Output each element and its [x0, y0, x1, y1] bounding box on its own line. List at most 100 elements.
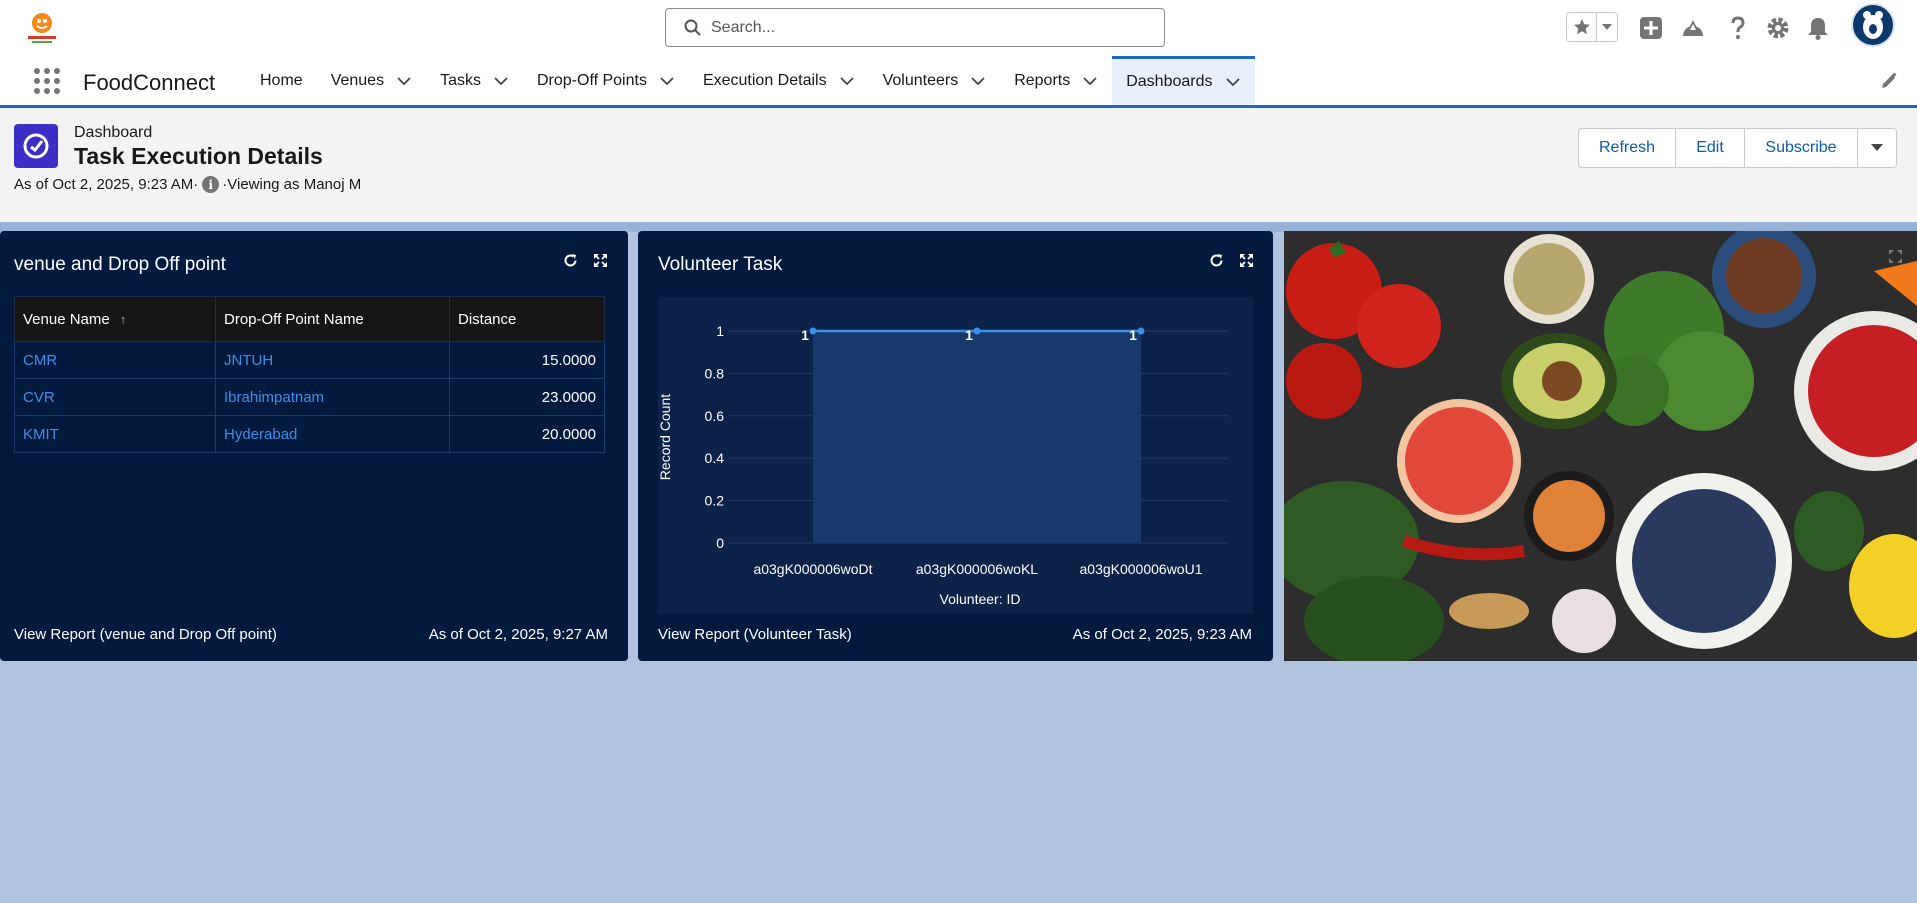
setup-gear-icon[interactable] — [1764, 14, 1792, 42]
widget-footer: View Report (Volunteer Task) As of Oct 2… — [658, 626, 1252, 643]
nav-item-tasks[interactable]: Tasks — [426, 56, 523, 105]
dashboard-header: Dashboard Task Execution Details As of O… — [0, 108, 1917, 222]
edit-button[interactable]: Edit — [1676, 129, 1745, 167]
volunteer-task-chart: 0 0.2 0.4 0.6 0.8 1 1 1 1 a03gK000006woDt a03gK000… — [658, 297, 1253, 614]
widget-footer: View Report (venue and Drop Off point) A… — [14, 626, 608, 643]
view-report-link[interactable]: View Report (venue and Drop Off point) — [14, 626, 277, 643]
nav-item-label: Reports — [1014, 71, 1071, 89]
x-tick-label: a03gK000006woDt — [753, 561, 872, 577]
table-row: CVR Ibrahimpatnam 23.0000 — [14, 378, 605, 416]
object-type-label: Dashboard — [74, 124, 153, 141]
widget-timestamp: As of Oct 2, 2025, 9:23 AM — [1072, 626, 1252, 643]
refresh-widget-icon[interactable] — [1207, 251, 1225, 269]
nav-item-execution-details[interactable]: Execution Details — [689, 56, 869, 105]
nav-item-label: Execution Details — [702, 71, 827, 89]
chevron-down-icon[interactable] — [493, 73, 509, 89]
notifications-bell-icon[interactable] — [1804, 14, 1832, 42]
dropoff-link[interactable]: Hyderabad — [215, 415, 450, 453]
data-label: 1 — [801, 327, 809, 343]
y-tick-label: 0.6 — [705, 408, 725, 424]
expand-widget-icon[interactable] — [591, 251, 609, 269]
data-label: 1 — [965, 327, 973, 343]
venue-link[interactable]: KMIT — [14, 415, 216, 453]
edit-nav-pencil-icon[interactable] — [1880, 72, 1898, 95]
nav-item-drop-off-points[interactable]: Drop-Off Points — [523, 56, 689, 105]
x-tick-label: a03gK000006woU1 — [1080, 561, 1203, 577]
chevron-down-icon[interactable] — [396, 73, 412, 89]
nav-item-label: Tasks — [440, 71, 481, 89]
global-create-icon[interactable] — [1637, 14, 1665, 42]
distance-value: 15.0000 — [449, 341, 605, 379]
area-fill — [813, 331, 1141, 543]
favorites-group — [1566, 12, 1618, 42]
trailhead-icon[interactable] — [1679, 14, 1707, 42]
global-header — [0, 0, 1917, 56]
table-row: CMR JNTUH 15.0000 — [14, 341, 605, 379]
user-avatar[interactable] — [1851, 3, 1895, 47]
widget-title: venue and Drop Off point — [14, 254, 226, 275]
dropoff-link[interactable]: JNTUH — [215, 341, 450, 379]
nav-item-label: Venues — [330, 71, 385, 89]
table-row: KMIT Hyderabad 20.0000 — [14, 415, 605, 453]
nav-item-home[interactable]: Home — [246, 56, 317, 105]
global-search[interactable] — [665, 8, 1165, 47]
expand-widget-icon[interactable] — [1888, 249, 1903, 269]
search-icon — [684, 19, 701, 36]
nav-items: Home Venues Tasks Drop-Off Points Execut… — [246, 56, 1255, 105]
search-input[interactable] — [711, 18, 1131, 37]
data-point — [973, 327, 981, 335]
x-axis-title: Volunteer: ID — [940, 591, 1021, 607]
column-header-venue-name[interactable]: Venue Name ↑ — [14, 296, 216, 342]
info-icon[interactable]: i — [202, 176, 220, 193]
chevron-down-icon — [1871, 144, 1883, 151]
expand-widget-icon[interactable] — [1237, 251, 1255, 269]
dashboard-gauge-icon — [14, 124, 58, 168]
y-tick-label: 0.8 — [705, 365, 725, 381]
widget-title: Volunteer Task — [658, 254, 783, 275]
subscribe-button[interactable]: Subscribe — [1745, 129, 1858, 167]
more-actions-button[interactable] — [1858, 129, 1896, 167]
chevron-down-icon[interactable] — [1225, 74, 1241, 90]
nav-item-label: Volunteers — [882, 71, 959, 89]
app-launcher-icon[interactable] — [34, 68, 60, 94]
dropoff-link[interactable]: Ibrahimpatnam — [215, 378, 450, 416]
widget-tools — [561, 251, 609, 269]
refresh-widget-icon[interactable] — [561, 251, 579, 269]
nav-item-label: Home — [260, 71, 303, 89]
app-navigation-bar: FoodConnect Home Venues Tasks Drop-Off P… — [0, 56, 1917, 108]
vegetables-image — [1284, 231, 1917, 661]
y-tick-label: 0.4 — [705, 450, 725, 466]
column-header-dropoff-point-name[interactable]: Drop-Off Point Name — [215, 296, 450, 342]
nav-item-label: Drop-Off Points — [536, 71, 647, 89]
venue-dropoff-table: Venue Name ↑ Drop-Off Point Name Distanc… — [14, 296, 605, 453]
nav-item-volunteers[interactable]: Volunteers — [869, 56, 1001, 105]
refresh-button[interactable]: Refresh — [1579, 129, 1676, 167]
distance-value: 23.0000 — [449, 378, 605, 416]
nav-item-reports[interactable]: Reports — [1000, 56, 1112, 105]
favorites-star-icon[interactable] — [1567, 13, 1597, 41]
chevron-down-icon[interactable] — [970, 73, 986, 89]
page-title: Task Execution Details — [74, 143, 323, 169]
dashboard-actions: Refresh Edit Subscribe — [1578, 128, 1897, 168]
data-point — [809, 327, 817, 335]
distance-value: 20.0000 — [449, 415, 605, 453]
widget-timestamp: As of Oct 2, 2025, 9:27 AM — [428, 626, 608, 643]
nav-item-venues[interactable]: Venues — [317, 56, 426, 105]
venue-link[interactable]: CVR — [14, 378, 216, 416]
x-tick-label: a03gK000006woKL — [916, 561, 1038, 577]
chevron-down-icon[interactable] — [839, 73, 855, 89]
chevron-down-icon[interactable] — [1082, 73, 1098, 89]
app-name: FoodConnect — [83, 70, 216, 95]
food-connect-logo[interactable] — [22, 6, 62, 46]
nav-item-dashboards[interactable]: Dashboards — [1112, 56, 1255, 105]
sort-ascending-icon[interactable]: ↑ — [120, 312, 127, 327]
view-report-link[interactable]: View Report (Volunteer Task) — [658, 626, 852, 643]
favorites-menu-chevron-icon[interactable] — [1597, 13, 1617, 41]
chevron-down-icon[interactable] — [659, 73, 675, 89]
chart-svg: 0 0.2 0.4 0.6 0.8 1 1 1 1 a03gK000006woDt a03gK000… — [658, 323, 1228, 607]
viewing-as-label: ·Viewing as Manoj M — [222, 176, 362, 193]
column-header-distance[interactable]: Distance — [449, 296, 605, 342]
venue-link[interactable]: CMR — [14, 341, 216, 379]
help-icon[interactable] — [1724, 14, 1752, 42]
y-tick-label: 0 — [716, 535, 724, 551]
